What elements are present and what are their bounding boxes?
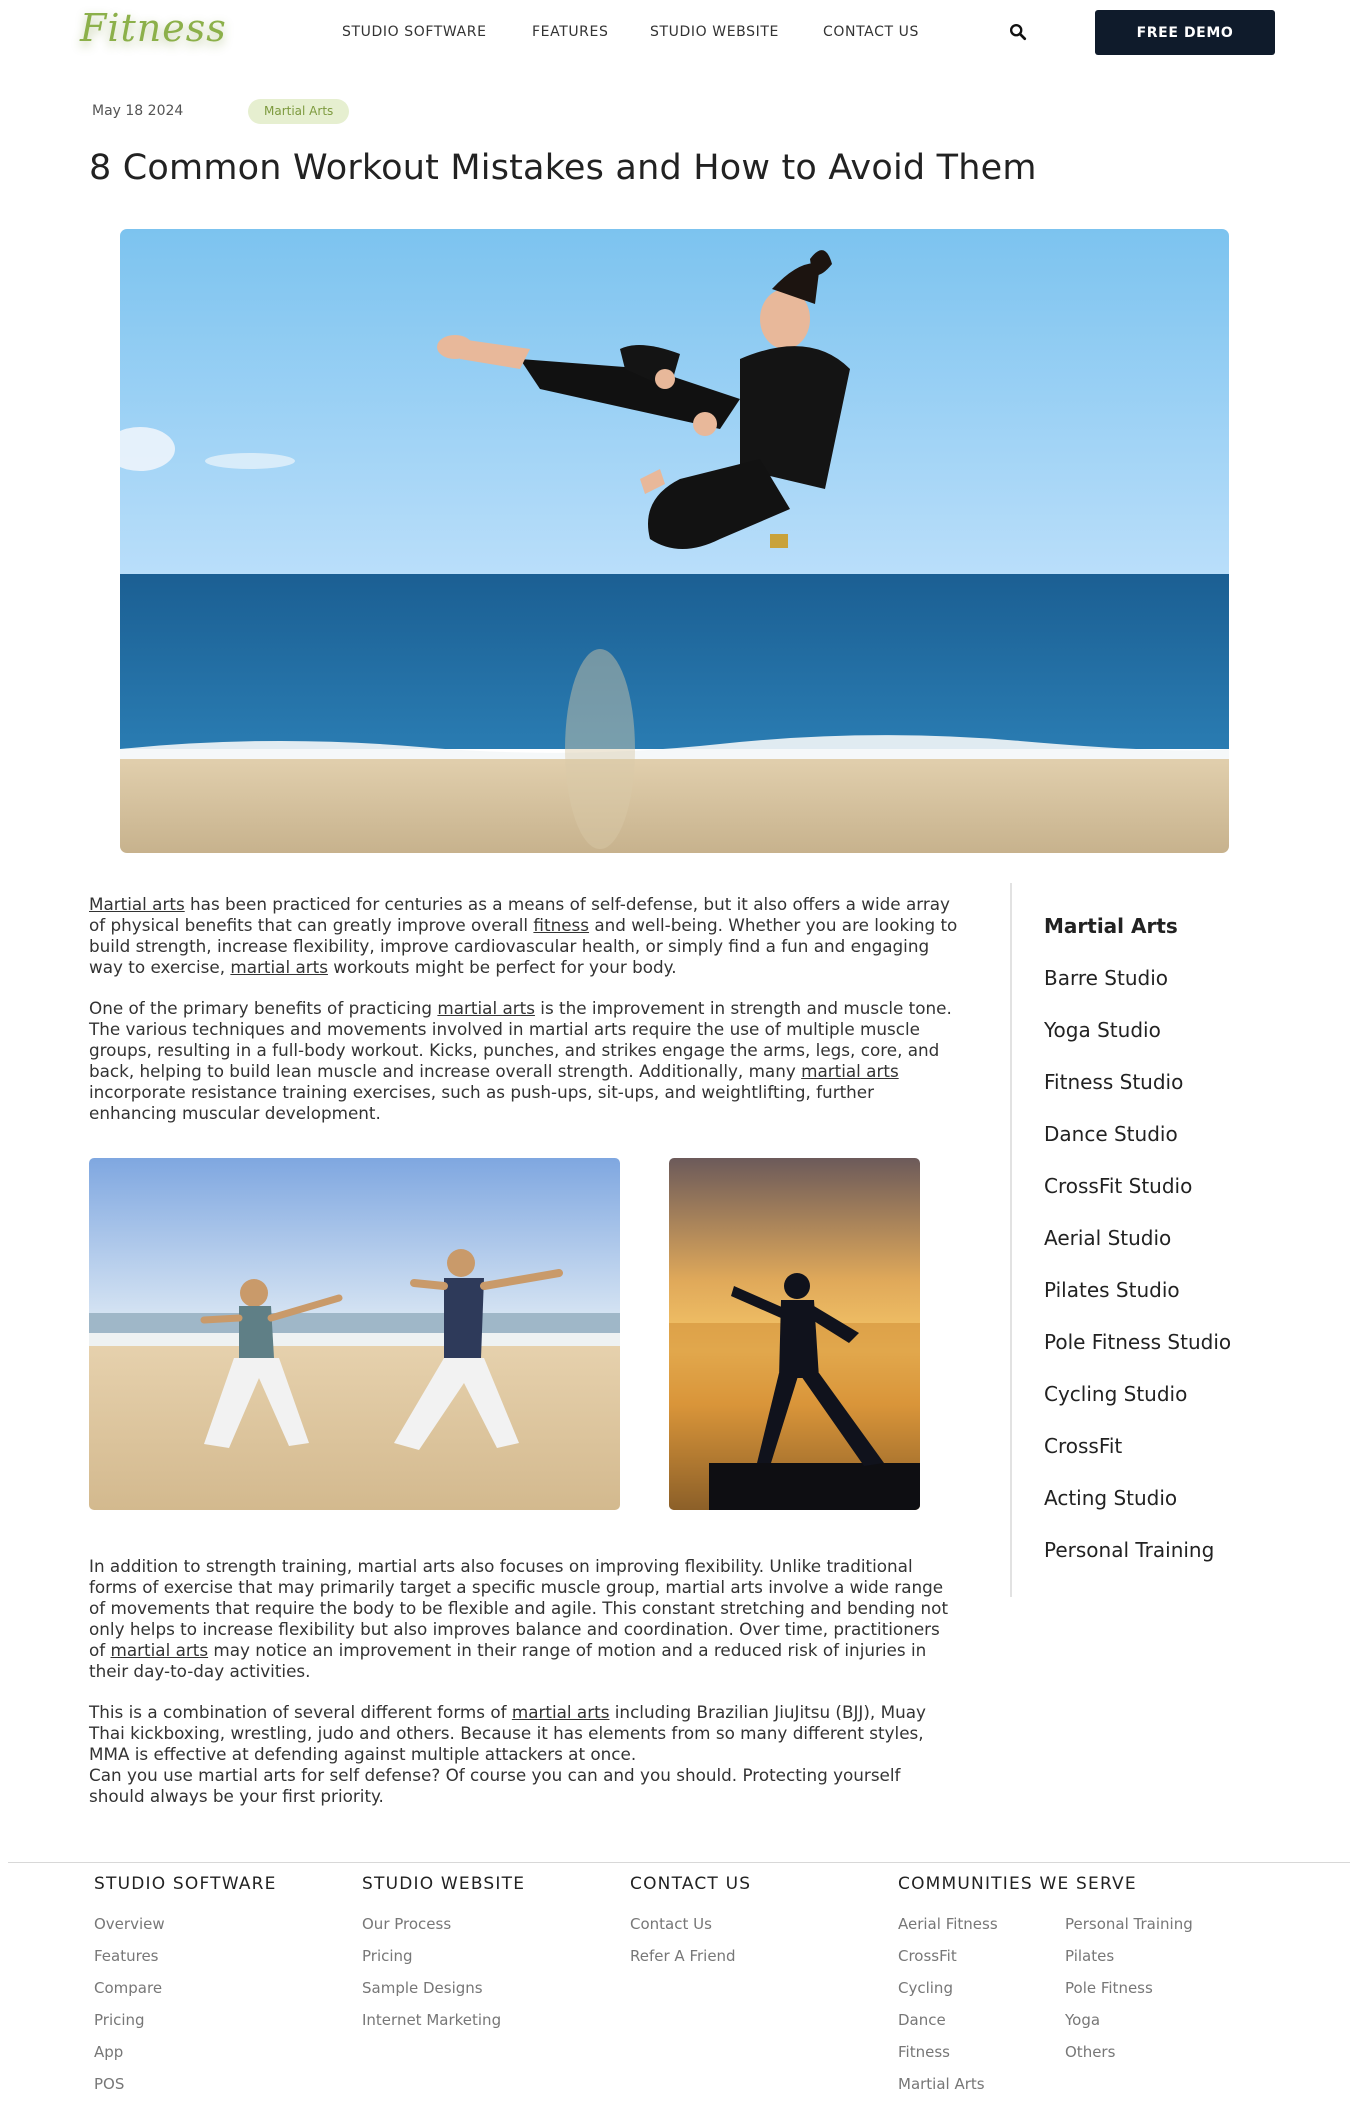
- article-body-bottom: In addition to strength training, martia…: [89, 1556, 959, 1827]
- beach-pair-image: [89, 1158, 620, 1510]
- footer-link-contact-us[interactable]: Contact Us: [630, 1908, 751, 1940]
- link-martial-arts[interactable]: Martial arts: [89, 894, 185, 914]
- nav-contact-us[interactable]: CONTACT US: [823, 24, 919, 40]
- footer-col-communities: COMMUNITIES WE SERVE Aerial Fitness Cros…: [898, 1872, 1228, 2093]
- footer-link-pilates[interactable]: Pilates: [1065, 1940, 1193, 1972]
- footer-col-studio-website: STUDIO WEBSITE Our Process Pricing Sampl…: [362, 1872, 525, 2036]
- footer-link-our-process[interactable]: Our Process: [362, 1908, 525, 1940]
- footer-link-compare[interactable]: Compare: [94, 1972, 277, 2004]
- sidebar-item-martial-arts[interactable]: Martial Arts: [1044, 914, 1178, 938]
- free-demo-button[interactable]: FREE DEMO: [1095, 10, 1275, 55]
- sidebar-item-personal-training[interactable]: Personal Training: [1044, 1538, 1214, 1562]
- hero-image-kick: [120, 229, 1229, 853]
- sidebar-item-dance-studio[interactable]: Dance Studio: [1044, 1122, 1178, 1146]
- footer-link-app[interactable]: App: [94, 2036, 277, 2068]
- page-title: 8 Common Workout Mistakes and How to Avo…: [89, 148, 1037, 188]
- post-date: May 18 2024: [92, 103, 184, 119]
- link-fitness[interactable]: fitness: [533, 915, 589, 935]
- sidebar-item-pole-fitness-studio[interactable]: Pole Fitness Studio: [1044, 1330, 1231, 1354]
- footer-link-pole-fitness[interactable]: Pole Fitness: [1065, 1972, 1193, 2004]
- paragraph-2-text-c: incorporate resistance training exercise…: [89, 1082, 875, 1123]
- link-martial-arts[interactable]: martial arts: [230, 957, 328, 977]
- sidebar-item-crossfit[interactable]: CrossFit: [1044, 1434, 1122, 1458]
- sidebar-item-aerial-studio[interactable]: Aerial Studio: [1044, 1226, 1171, 1250]
- footer-heading: STUDIO WEBSITE: [362, 1874, 526, 1894]
- footer-link-others[interactable]: Others: [1065, 2036, 1193, 2068]
- paragraph-3: In addition to strength training, martia…: [89, 1556, 959, 1682]
- footer-link-overview[interactable]: Overview: [94, 1908, 277, 1940]
- paragraph-2: One of the primary benefits of practicin…: [89, 998, 959, 1124]
- paragraph-3-text-b: may notice an improvement in their range…: [89, 1640, 927, 1681]
- nav-studio-website[interactable]: STUDIO WEBSITE: [650, 24, 779, 40]
- footer-link-internet-marketing[interactable]: Internet Marketing: [362, 2004, 525, 2036]
- sidebar-item-yoga-studio[interactable]: Yoga Studio: [1044, 1018, 1161, 1042]
- search-icon[interactable]: [1009, 23, 1027, 41]
- footer-link-yoga[interactable]: Yoga: [1065, 2004, 1193, 2036]
- footer-link-cycling[interactable]: Cycling: [898, 1972, 998, 2004]
- category-tag[interactable]: Martial Arts: [248, 99, 350, 124]
- link-martial-arts[interactable]: martial arts: [437, 998, 535, 1018]
- sidebar-item-cycling-studio[interactable]: Cycling Studio: [1044, 1382, 1187, 1406]
- article-body-top: Martial arts has been practiced for cent…: [89, 894, 959, 1144]
- footer-link-crossfit[interactable]: CrossFit: [898, 1940, 998, 1972]
- footer-link-pos[interactable]: POS: [94, 2068, 277, 2100]
- paragraph-2-text-a: One of the primary benefits of practicin…: [89, 998, 438, 1018]
- paragraph-1-text-c: workouts might be perfect for your body.: [327, 957, 677, 977]
- link-martial-arts[interactable]: martial arts: [801, 1061, 899, 1081]
- paragraph-4-text-c: Can you use martial arts for self defens…: [89, 1765, 901, 1806]
- sunset-silhouette-image: [669, 1158, 920, 1510]
- footer-link-fitness[interactable]: Fitness: [898, 2036, 998, 2068]
- nav-features[interactable]: FEATURES: [532, 24, 608, 40]
- footer-link-features[interactable]: Features: [94, 1940, 277, 1972]
- link-martial-arts[interactable]: martial arts: [111, 1640, 209, 1660]
- footer-col-studio-software: STUDIO SOFTWARE Overview Features Compar…: [94, 1872, 277, 2100]
- site-logo[interactable]: Fitness: [80, 6, 227, 50]
- footer-link-pricing[interactable]: Pricing: [362, 1940, 525, 1972]
- footer-heading: CONTACT US: [630, 1874, 752, 1894]
- footer-link-martial-arts[interactable]: Martial Arts: [898, 2068, 998, 2100]
- sidebar-item-fitness-studio[interactable]: Fitness Studio: [1044, 1070, 1183, 1094]
- footer-link-dance[interactable]: Dance: [898, 2004, 998, 2036]
- sidebar-item-crossfit-studio[interactable]: CrossFit Studio: [1044, 1174, 1192, 1198]
- footer-link-pricing[interactable]: Pricing: [94, 2004, 277, 2036]
- category-sidebar: Martial Arts Barre Studio Yoga Studio Fi…: [1010, 883, 1310, 1597]
- footer-divider: [8, 1862, 1350, 1863]
- paragraph-4-text-a: This is a combination of several differe…: [89, 1702, 512, 1722]
- footer-col-contact-us: CONTACT US Contact Us Refer A Friend: [630, 1872, 751, 1972]
- nav-studio-software[interactable]: STUDIO SOFTWARE: [342, 24, 487, 40]
- footer-link-personal-training[interactable]: Personal Training: [1065, 1908, 1193, 1940]
- footer-heading: STUDIO SOFTWARE: [94, 1874, 277, 1894]
- sidebar-item-pilates-studio[interactable]: Pilates Studio: [1044, 1278, 1180, 1302]
- sidebar-item-acting-studio[interactable]: Acting Studio: [1044, 1486, 1177, 1510]
- link-martial-arts[interactable]: martial arts: [512, 1702, 610, 1722]
- paragraph-1: Martial arts has been practiced for cent…: [89, 894, 959, 978]
- footer-heading: COMMUNITIES WE SERVE: [898, 1874, 1137, 1894]
- footer-link-refer-a-friend[interactable]: Refer A Friend: [630, 1940, 751, 1972]
- site-header: Fitness STUDIO SOFTWARE FEATURES STUDIO …: [0, 0, 1350, 66]
- footer-link-sample-designs[interactable]: Sample Designs: [362, 1972, 525, 2004]
- sidebar-item-barre-studio[interactable]: Barre Studio: [1044, 966, 1168, 990]
- footer-link-aerial-fitness[interactable]: Aerial Fitness: [898, 1908, 998, 1940]
- paragraph-4: This is a combination of several differe…: [89, 1702, 959, 1807]
